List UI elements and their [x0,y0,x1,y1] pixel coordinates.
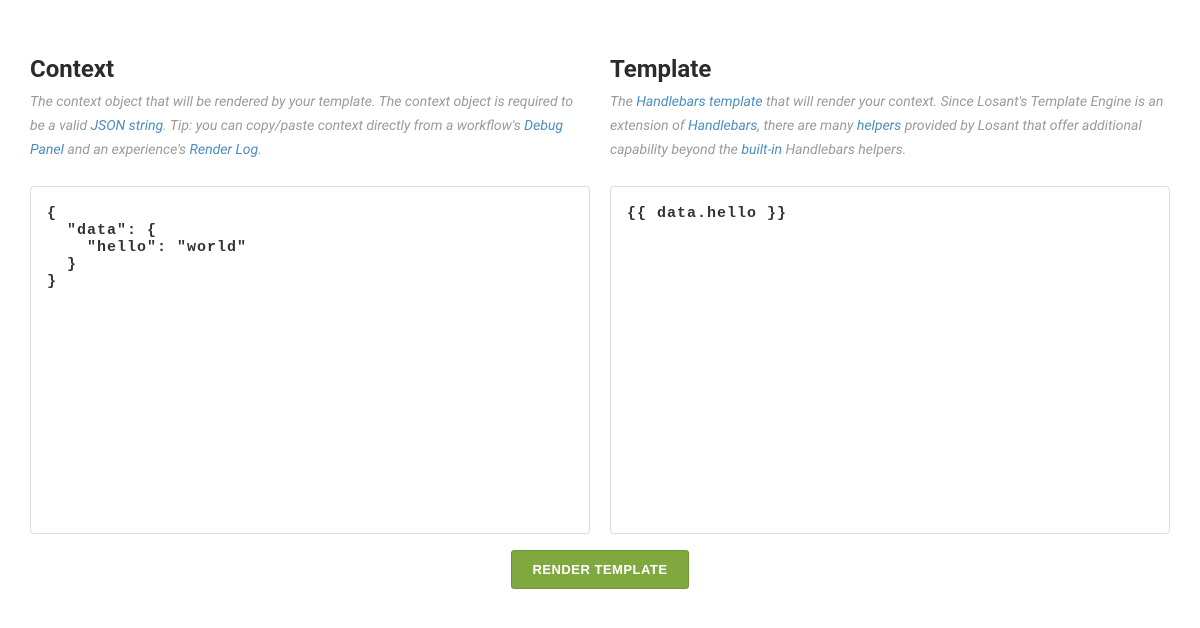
template-desc-text-1: The [610,94,636,110]
context-title: Context [30,55,590,83]
template-desc-text-5: Handlebars helpers. [782,142,906,158]
template-editor[interactable]: {{ data.hello }} [610,186,1170,534]
render-log-link[interactable]: Render Log [190,142,259,158]
context-desc-text-4: . [258,142,262,158]
template-column: Template The Handlebars template that wi… [610,55,1170,534]
editor-columns: Context The context object that will be … [30,55,1170,534]
render-template-button[interactable]: RENDER TEMPLATE [511,550,688,589]
helpers-link[interactable]: helpers [857,118,901,134]
button-row: RENDER TEMPLATE [30,550,1170,589]
handlebars-template-link[interactable]: Handlebars template [636,94,762,110]
template-desc-text-3: , there are many [757,118,857,134]
template-title: Template [610,55,1170,83]
built-in-link[interactable]: built-in [741,142,782,158]
template-description: The Handlebars template that will render… [610,91,1170,162]
context-desc-text-2: . Tip: you can copy/paste context direct… [163,118,524,134]
context-description: The context object that will be rendered… [30,91,590,162]
context-editor[interactable]: { "data": { "hello": "world" } } [30,186,590,534]
json-string-link[interactable]: JSON string [91,118,164,134]
context-desc-text-3: and an experience's [64,142,190,158]
context-column: Context The context object that will be … [30,55,590,534]
handlebars-link[interactable]: Handlebars [688,118,757,134]
